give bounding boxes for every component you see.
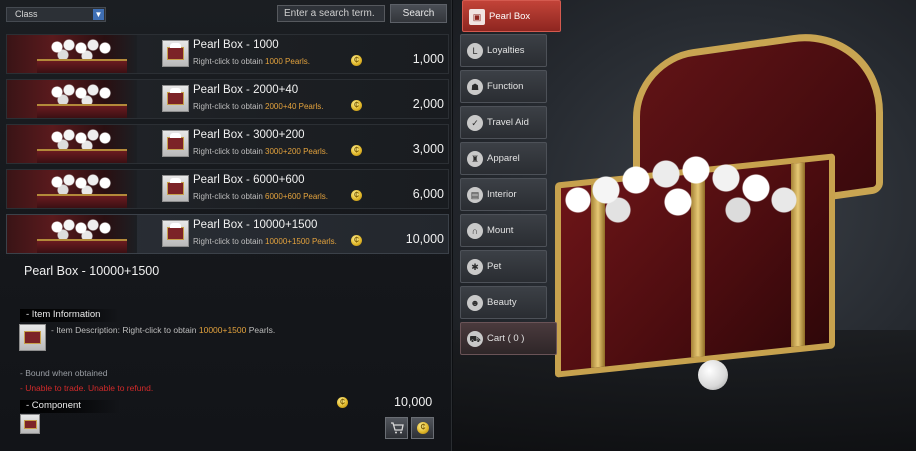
chevron-down-icon[interactable]: ▼	[93, 9, 104, 20]
detail-description: - Item Description: Right-click to obtai…	[51, 325, 276, 335]
item-price: 10,000	[405, 232, 444, 246]
item-thumbnail	[7, 80, 137, 118]
add-to-cart-button[interactable]	[385, 417, 408, 439]
search-input[interactable]	[277, 5, 385, 22]
pearl-box-icon	[20, 414, 40, 434]
tab-pearl-box[interactable]: ▣ Pearl Box	[462, 0, 561, 32]
cart-icon	[390, 422, 404, 434]
item-description: Right-click to obtain 2000+40 Pearls.	[193, 102, 324, 111]
paw-icon: ✱	[467, 259, 483, 275]
tab-cart[interactable]: ⛟ Cart ( 0 )	[460, 322, 557, 355]
pearl-pile-image	[558, 150, 818, 230]
tab-label: Pearl Box	[489, 11, 531, 22]
list-item[interactable]: Pearl Box - 2000+40 Right-click to obtai…	[6, 79, 449, 119]
item-name: Pearl Box - 6000+600	[193, 174, 305, 186]
list-item[interactable]: Pearl Box - 1000 Right-click to obtain 1…	[6, 34, 449, 74]
item-price: 6,000	[412, 187, 444, 201]
item-description: Right-click to obtain 3000+200 Pearls.	[193, 147, 328, 156]
tab-label: Loyalties	[487, 45, 525, 56]
tab-function[interactable]: ☗ Function	[460, 70, 547, 103]
pearl-box-icon	[19, 324, 46, 351]
pearl-box-icon	[162, 85, 189, 112]
item-price: 1,000	[412, 52, 444, 66]
pearl-coin-icon: ₵	[337, 397, 348, 408]
apparel-icon: ♜	[467, 151, 483, 167]
tab-pet[interactable]: ✱ Pet	[460, 250, 547, 283]
item-thumbnail	[7, 170, 137, 208]
bound-notice: - Bound when obtained	[20, 368, 108, 378]
class-filter-value: Class	[15, 9, 38, 19]
tab-label: Beauty	[487, 297, 517, 308]
tab-travel-aid[interactable]: ✓ Travel Aid	[460, 106, 547, 139]
pearl-coin-icon: ₵	[351, 235, 362, 246]
item-price: 3,000	[412, 142, 444, 156]
item-name: Pearl Box - 10000+1500	[193, 219, 318, 231]
horseshoe-icon: ∩	[467, 223, 483, 239]
tab-label: Pet	[487, 261, 502, 272]
item-thumbnail	[7, 35, 137, 73]
search-button[interactable]: Search	[390, 4, 447, 23]
item-list: Pearl Box - 1000 Right-click to obtain 1…	[6, 34, 449, 259]
tab-mount[interactable]: ∩ Mount	[460, 214, 547, 247]
trade-restriction-notice: - Unable to trade. Unable to refund.	[20, 383, 154, 393]
item-description: Right-click to obtain 10000+1500 Pearls.	[193, 237, 337, 246]
list-item[interactable]: Pearl Box - 3000+200 Right-click to obta…	[6, 124, 449, 164]
item-information-header: - Item Information	[20, 309, 120, 322]
item-thumbnail	[7, 215, 137, 253]
class-filter-dropdown[interactable]: Class ▼	[6, 7, 106, 22]
pearl-coin-icon: ₵	[351, 55, 362, 66]
item-name: Pearl Box - 1000	[193, 39, 279, 51]
item-thumbnail	[7, 125, 137, 163]
component-header: - Component	[20, 400, 120, 413]
thumbs-up-icon: ✓	[467, 115, 483, 131]
pearl-box-icon	[162, 130, 189, 157]
function-icon: ☗	[467, 79, 483, 95]
tab-label: Apparel	[487, 153, 520, 164]
item-price: 2,000	[412, 97, 444, 111]
pearl-box-icon: ▣	[469, 9, 485, 25]
tab-label: Cart ( 0 )	[487, 333, 525, 344]
tab-loyalties[interactable]: L Loyalties	[460, 34, 547, 67]
loyalty-icon: L	[467, 43, 483, 59]
pearl-box-icon	[162, 40, 189, 67]
detail-price: 10,000	[394, 395, 433, 409]
list-item-selected[interactable]: Pearl Box - 10000+1500 Right-click to ob…	[6, 214, 449, 254]
shop-left-panel: Class ▼ Search Pearl Box - 1000 Right-cl…	[0, 0, 452, 451]
interior-icon: ▤	[467, 187, 483, 203]
item-description: Right-click to obtain 1000 Pearls.	[193, 57, 310, 66]
tab-label: Interior	[487, 189, 517, 200]
buy-button[interactable]: ₵	[411, 417, 434, 439]
pearl-coin-icon: ₵	[417, 422, 429, 434]
pearl-coin-icon: ₵	[351, 100, 362, 111]
pearl-image	[698, 360, 728, 390]
tab-label: Travel Aid	[487, 117, 529, 128]
item-name: Pearl Box - 3000+200	[193, 129, 305, 141]
tab-beauty[interactable]: ☻ Beauty	[460, 286, 547, 319]
tab-apparel[interactable]: ♜ Apparel	[460, 142, 547, 175]
tab-interior[interactable]: ▤ Interior	[460, 178, 547, 211]
item-name: Pearl Box - 2000+40	[193, 84, 299, 96]
pearl-box-icon	[162, 175, 189, 202]
pearl-coin-icon: ₵	[351, 145, 362, 156]
cart-icon: ⛟	[467, 331, 483, 347]
tab-label: Function	[487, 81, 524, 92]
list-item[interactable]: Pearl Box - 6000+600 Right-click to obta…	[6, 169, 449, 209]
detail-title: Pearl Box - 10000+1500	[24, 264, 160, 278]
item-description: Right-click to obtain 6000+600 Pearls.	[193, 192, 328, 201]
pearl-box-icon	[162, 220, 189, 247]
pearl-coin-icon: ₵	[351, 190, 362, 201]
beauty-icon: ☻	[467, 295, 483, 311]
tab-label: Mount	[487, 225, 514, 236]
